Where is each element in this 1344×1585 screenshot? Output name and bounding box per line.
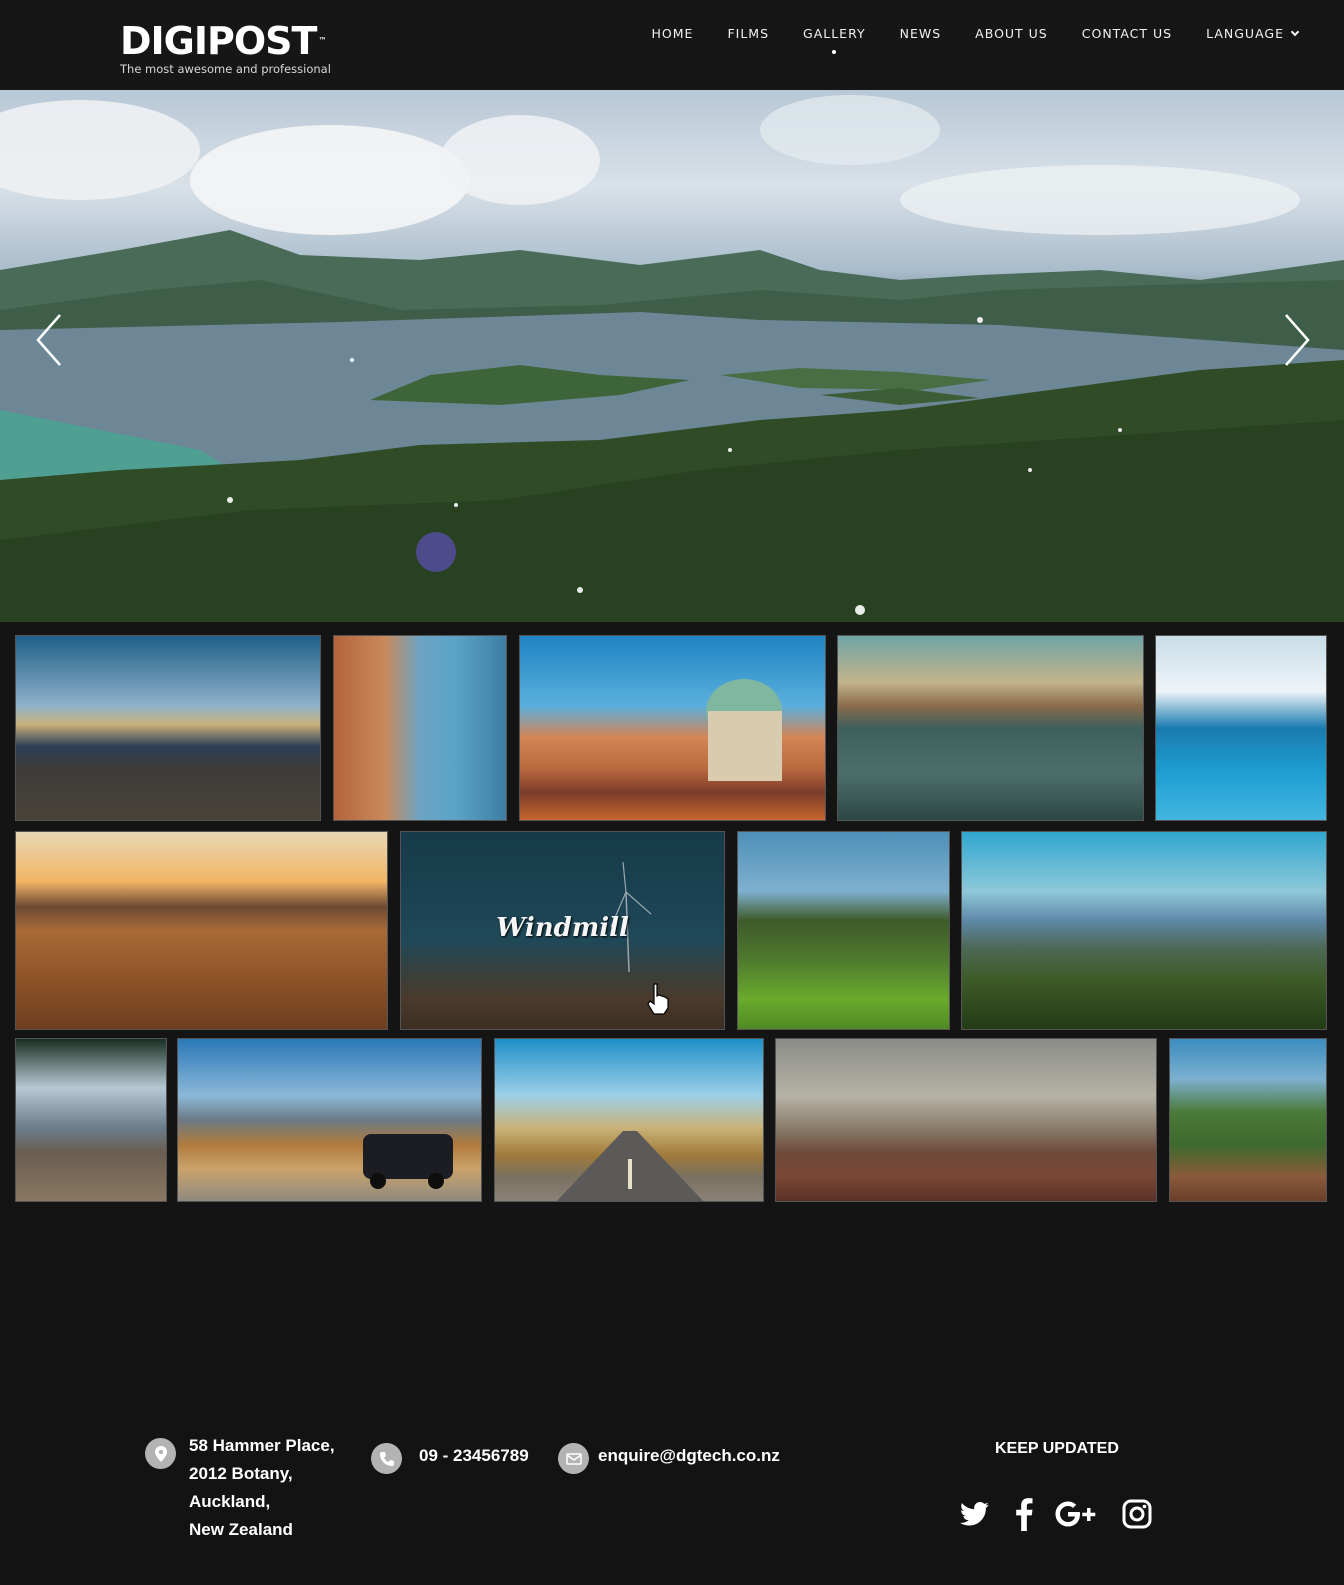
tagline: The most awesome and professional <box>120 62 331 76</box>
gallery-thumb[interactable] <box>333 635 507 821</box>
van-illustration <box>363 1134 453 1189</box>
facebook-link[interactable] <box>1010 1496 1038 1532</box>
address-text: 58 Hammer Place, 2012 Botany, Auckland, … <box>189 1436 335 1539</box>
site-header: DIGIPOST ™ The most awesome and professio… <box>0 0 1344 90</box>
gallery-thumb[interactable] <box>837 635 1144 821</box>
google-plus-icon <box>1055 1501 1096 1527</box>
gallery-thumb[interactable] <box>737 831 950 1030</box>
nav-home[interactable]: HOME <box>652 24 694 44</box>
nav-contact-us[interactable]: CONTACT US <box>1082 24 1172 44</box>
main-nav: HOME FILMS GALLERY NEWS ABOUT US CONTACT… <box>652 24 1300 54</box>
footer-address: 58 Hammer Place, 2012 Botany, Auckland, … <box>145 1436 335 1544</box>
gallery-thumb[interactable] <box>519 635 826 821</box>
hero-landscape-image <box>0 95 1344 622</box>
logo[interactable]: DIGIPOST ™ The most awesome and professio… <box>120 22 331 76</box>
gallery-thumb[interactable] <box>1169 1038 1327 1202</box>
chevron-left-icon <box>36 314 61 366</box>
nav-gallery[interactable]: GALLERY <box>803 24 866 54</box>
gallery-thumb[interactable] <box>775 1038 1157 1202</box>
instagram-icon <box>1122 1499 1152 1529</box>
nav-language-dropdown[interactable]: LANGUAGE <box>1206 24 1300 44</box>
email-address: enquire@dgtech.co.nz <box>598 1446 780 1465</box>
nav-about-us[interactable]: ABOUT US <box>975 24 1048 44</box>
logo-text: DIGIPOST <box>120 19 317 63</box>
gallery-thumb[interactable] <box>177 1038 482 1202</box>
slider-next-button[interactable] <box>1276 310 1316 370</box>
email-icon <box>558 1443 589 1474</box>
windmill-caption: Windmill <box>496 912 629 943</box>
instagram-link[interactable] <box>1120 1496 1154 1532</box>
gallery-thumb[interactable] <box>961 831 1327 1030</box>
logo-trademark: ™ <box>318 36 326 45</box>
keep-updated-heading: KEEP UPDATED <box>995 1440 1119 1457</box>
footer-email[interactable]: enquire@dgtech.co.nz <box>558 1443 780 1474</box>
google-plus-link[interactable] <box>1054 1496 1098 1532</box>
gallery-thumb[interactable] <box>1155 635 1327 821</box>
dome-illustration <box>706 679 782 781</box>
twitter-link[interactable] <box>958 1496 992 1532</box>
nav-news[interactable]: NEWS <box>900 24 942 44</box>
chevron-down-icon <box>1290 27 1300 37</box>
gallery-thumb[interactable] <box>15 635 321 821</box>
footer-phone[interactable]: 09 - 23456789 <box>371 1443 529 1474</box>
phone-number: 09 - 23456789 <box>419 1446 529 1465</box>
gallery-thumb[interactable] <box>494 1038 764 1202</box>
gallery-thumb[interactable] <box>15 831 388 1030</box>
gallery-thumb-windmill[interactable]: Windmill <box>400 831 725 1030</box>
phone-icon <box>371 1443 402 1474</box>
chevron-right-icon <box>1285 314 1310 366</box>
hero-slider[interactable] <box>0 90 1344 622</box>
gallery-thumb[interactable] <box>15 1038 167 1202</box>
location-pin-icon <box>145 1438 176 1469</box>
slider-prev-button[interactable] <box>30 310 70 370</box>
twitter-icon <box>960 1502 989 1526</box>
nav-films[interactable]: FILMS <box>727 24 769 44</box>
facebook-icon <box>1016 1498 1033 1531</box>
hand-cursor-icon <box>647 983 669 1015</box>
road-illustration <box>556 1131 704 1201</box>
